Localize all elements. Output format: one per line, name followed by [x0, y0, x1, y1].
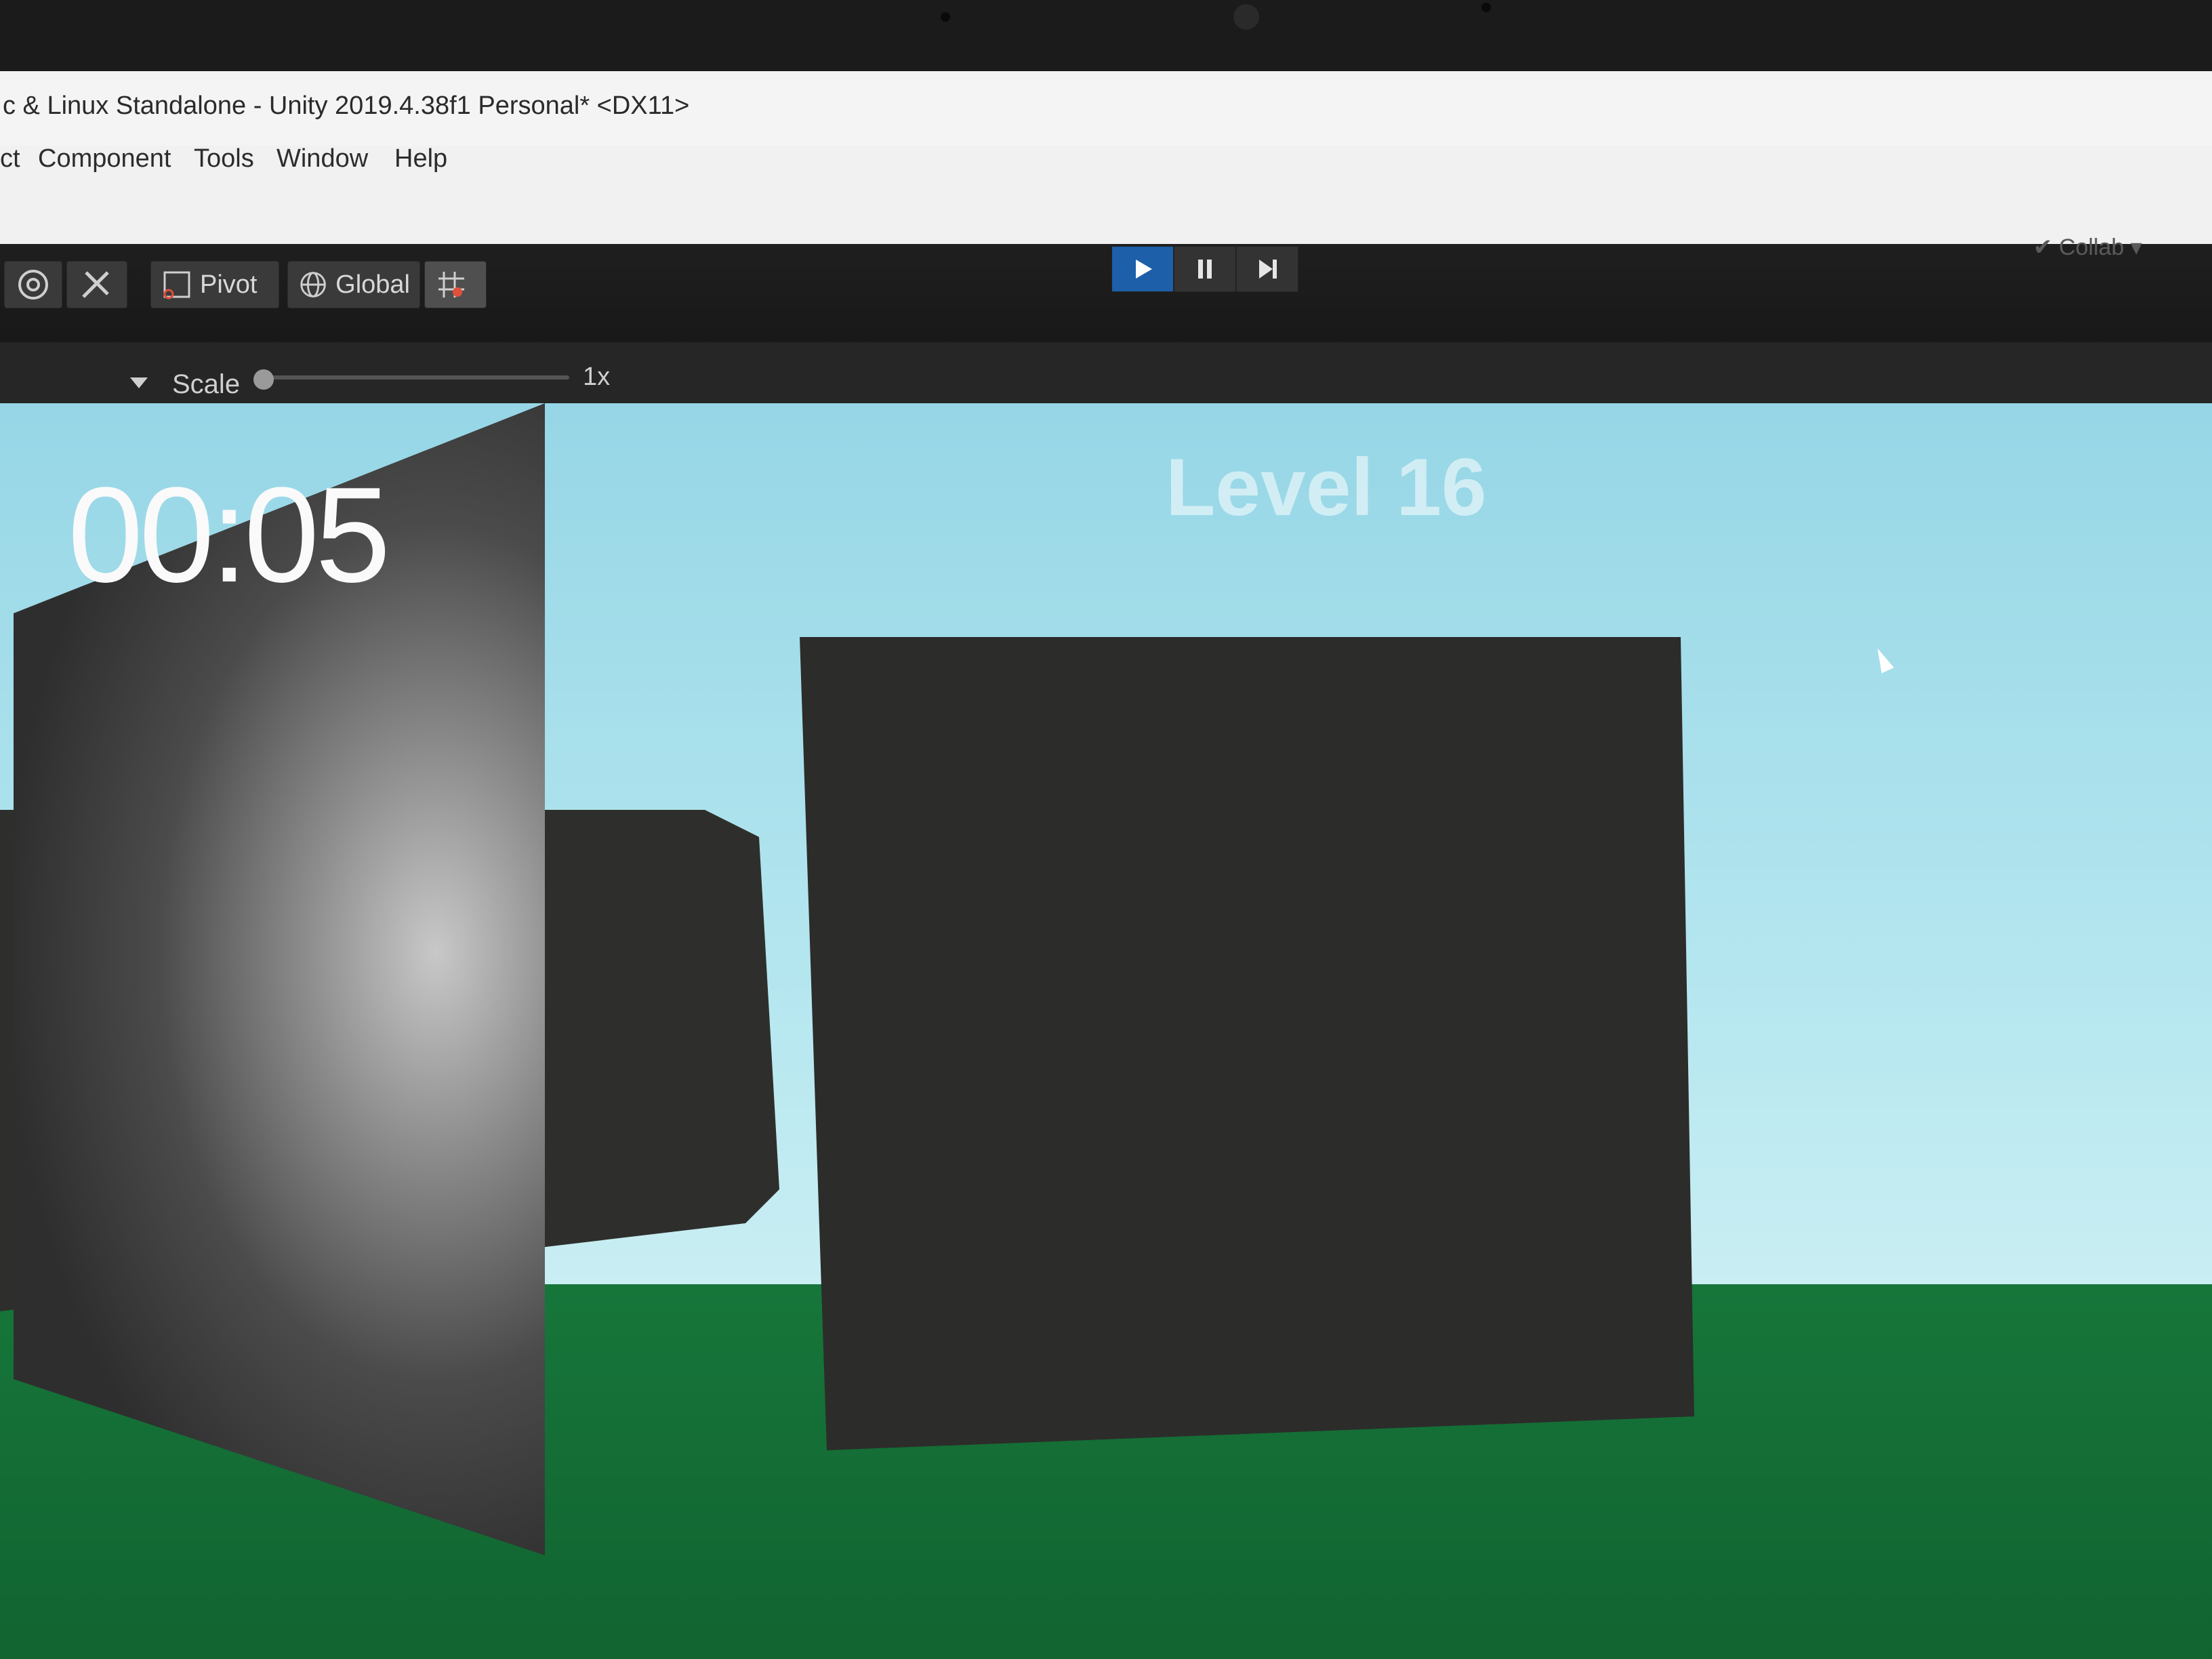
menu-item-help[interactable]: Help	[394, 144, 447, 173]
pivot-toggle-button[interactable]: Pivot	[150, 261, 279, 308]
maze-wall-center	[800, 637, 1694, 1450]
scale-label: Scale	[172, 369, 241, 399]
play-icon	[1136, 260, 1152, 279]
menu-item-window[interactable]: Window	[276, 144, 368, 173]
menu-item-tools[interactable]: Tools	[194, 144, 254, 173]
window-title: c & Linux Standalone - Unity 2019.4.38f1…	[3, 91, 690, 120]
timer-text: 00:05	[68, 459, 390, 611]
screen: c & Linux Standalone - Unity 2019.4.38f1…	[0, 71, 2212, 1659]
camera-dot	[1481, 3, 1491, 12]
grid-snap-button[interactable]	[424, 261, 487, 308]
chevron-down-icon: ▾	[2130, 234, 2142, 260]
game-view-toolbar	[0, 342, 2212, 405]
step-button[interactable]	[1236, 246, 1298, 292]
scale-slider-handle[interactable]	[253, 369, 274, 390]
play-button[interactable]	[1111, 246, 1174, 292]
pause-icon	[1198, 260, 1212, 279]
level-text: Level 16	[1166, 442, 1487, 533]
scale-value: 1x	[583, 363, 611, 391]
camera-dot	[941, 12, 950, 22]
global-label: Global	[335, 270, 410, 299]
step-icon	[1259, 260, 1277, 279]
chevron-down-icon[interactable]	[130, 377, 148, 388]
pivot-icon	[163, 271, 190, 300]
globe-icon	[300, 272, 326, 298]
grid-snap-icon	[438, 272, 464, 298]
collab-button[interactable]: ✔ Collab ▾	[2033, 234, 2142, 261]
game-viewport[interactable]: 00:05 Level 16	[0, 403, 2212, 1659]
collab-label: Collab	[2058, 234, 2125, 260]
global-toggle-button[interactable]: Global	[287, 261, 420, 308]
laptop-bezel-top	[0, 0, 2212, 75]
pause-button[interactable]	[1174, 246, 1236, 292]
scale-slider-track[interactable]	[258, 375, 569, 380]
check-icon: ✔	[2033, 234, 2053, 260]
title-bar: c & Linux Standalone - Unity 2019.4.38f1…	[0, 71, 2212, 156]
pivot-label: Pivot	[200, 270, 258, 299]
camera-lens	[1233, 4, 1259, 30]
play-controls	[1111, 246, 1298, 292]
